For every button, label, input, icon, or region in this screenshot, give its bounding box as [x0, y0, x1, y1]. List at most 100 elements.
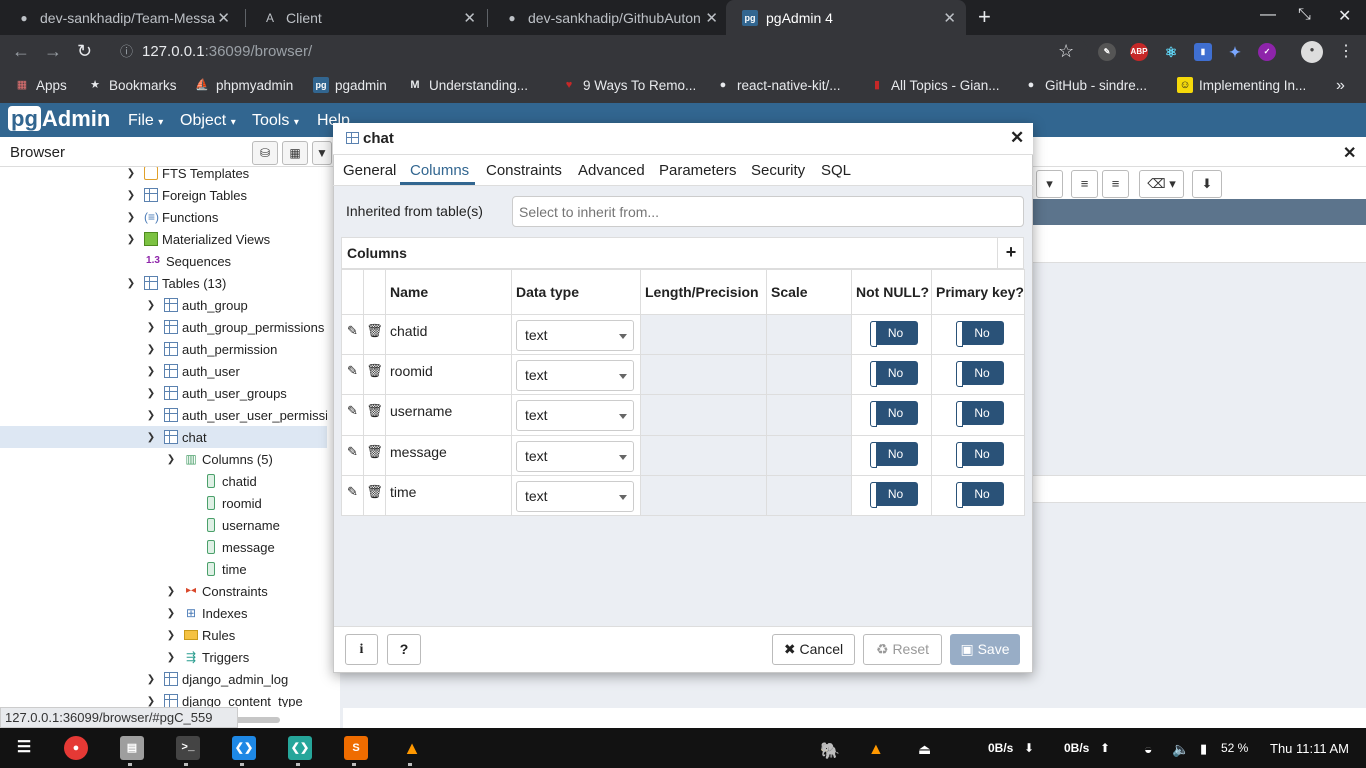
forward-icon[interactable]: → [44, 41, 62, 62]
postgres-elephant-icon[interactable]: 🐘 [820, 741, 840, 761]
help-button[interactable]: ? [387, 634, 421, 665]
browser-tab-3[interactable]: ● dev-sankhadip/GithubAuton ✕ [488, 0, 728, 35]
not-null-toggle[interactable]: No [869, 481, 918, 508]
tree-node-columns[interactable]: ❯ ▥ Columns (5) [166, 448, 273, 470]
tab-general[interactable]: General [343, 162, 396, 179]
tree-node-functions[interactable]: ❯ (≡) Functions [126, 206, 219, 228]
close-tab-icon[interactable]: ✕ [705, 9, 718, 27]
vscode-insiders-icon[interactable]: ❮❯ [288, 736, 312, 760]
bookmark-bookmarks[interactable]: ★ Bookmarks [87, 77, 176, 93]
zorin-menu-icon[interactable]: ☰ [12, 736, 36, 760]
bookmark-github-sindre[interactable]: ● GitHub - sindre... [1023, 77, 1147, 93]
reload-icon[interactable]: ↻ [77, 41, 92, 62]
tree-node-tables[interactable]: ❯ Tables (13) [126, 272, 227, 294]
tree-node-rules[interactable]: ❯ Rules [166, 624, 235, 646]
chevron-right-icon[interactable]: ❯ [126, 234, 136, 245]
extension-icon[interactable]: ▮ [1194, 43, 1212, 61]
tree-node-indexes[interactable]: ❯ ⊞ Indexes [166, 602, 248, 624]
tab-columns[interactable]: Columns [410, 162, 469, 179]
bookmark-phpmyadmin[interactable]: ⛵ phpmyadmin [194, 77, 293, 93]
data-type-select[interactable]: text [516, 360, 634, 392]
chevron-right-icon[interactable]: ❯ [126, 168, 136, 179]
minimize-icon[interactable]: — [1260, 6, 1276, 24]
battery-icon[interactable]: ▮ [1200, 741, 1207, 757]
bookmark-all-topics[interactable]: ▮ All Topics - Gian... [869, 77, 1000, 93]
tree-node-table[interactable]: ❯ auth_user [146, 360, 240, 382]
tab-security[interactable]: Security [751, 162, 805, 179]
edit-icon[interactable]: ✎ [341, 313, 364, 356]
restore-icon[interactable]: ⤡ [1298, 6, 1311, 24]
chevron-down-icon[interactable]: ❯ [146, 432, 156, 443]
primary-key-toggle[interactable]: No [956, 441, 1004, 468]
tree-node-column[interactable]: chatid [204, 470, 257, 492]
dialog-header[interactable] [333, 123, 1033, 155]
chevron-right-icon[interactable]: ❯ [146, 410, 156, 421]
not-null-toggle[interactable]: No [869, 401, 918, 428]
save-button[interactable]: ▣ Save [950, 634, 1020, 665]
chevron-right-icon[interactable]: ❯ [166, 586, 176, 597]
react-devtools-icon[interactable]: ⚛ [1162, 43, 1180, 61]
tree-node-column[interactable]: message [204, 536, 275, 558]
filter-icon[interactable]: ▼ [312, 141, 332, 165]
eyedropper-extension-icon[interactable]: ✎ [1098, 43, 1116, 61]
close-window-icon[interactable]: ✕ [1338, 6, 1351, 26]
trash-icon[interactable]: 🗑 [363, 354, 386, 396]
data-type-select[interactable]: text [516, 440, 634, 472]
primary-key-toggle[interactable]: No [956, 481, 1004, 508]
vlc-icon[interactable]: ▲ [400, 736, 424, 760]
edit-icon[interactable]: ✎ [341, 434, 364, 476]
terminal-icon[interactable]: >_ [176, 736, 200, 760]
browser-tab-2[interactable]: A Client ✕ [246, 0, 486, 35]
address-bar[interactable]: ⓘ 127.0.0.1:36099/browser/ [108, 38, 1088, 66]
chrome-icon[interactable]: ● [64, 736, 88, 760]
tree-node-foreign-tables[interactable]: ❯ Foreign Tables [126, 184, 247, 206]
bookmark-understanding[interactable]: M Understanding... [407, 77, 528, 93]
chevron-right-icon[interactable]: ❯ [146, 388, 156, 399]
column-name-cell[interactable]: roomid [385, 354, 512, 396]
column-name-cell[interactable]: chatid [385, 313, 512, 356]
tab-advanced[interactable]: Advanced [578, 162, 645, 179]
cancel-button[interactable]: ✖ Cancel [772, 634, 855, 665]
tree-node-triggers[interactable]: ❯ ⇶ Triggers [166, 646, 249, 668]
tree-node-constraints[interactable]: ❯ ▸◂ Constraints [166, 580, 268, 602]
tree-node-table[interactable]: ❯ django_content_type [146, 690, 303, 707]
checkmark-extension-icon[interactable]: ✓ [1258, 43, 1276, 61]
tree-node-column[interactable]: time [204, 558, 247, 580]
more-bookmarks-icon[interactable]: » [1336, 77, 1345, 95]
tree-node-materialized-views[interactable]: ❯ Materialized Views [126, 228, 270, 250]
tree-node-column[interactable]: roomid [204, 492, 262, 514]
data-type-select[interactable]: text [516, 480, 634, 512]
adblock-extension-icon[interactable]: ABP [1130, 43, 1148, 61]
files-icon[interactable]: ▤ [120, 736, 144, 760]
primary-key-toggle[interactable]: No [956, 361, 1004, 388]
extension-icon[interactable]: ✦ [1226, 43, 1244, 61]
dropdown-button[interactable]: ▾ [1036, 170, 1063, 198]
chevron-right-icon[interactable]: ❯ [146, 366, 156, 377]
trash-icon[interactable]: 🗑 [363, 434, 386, 476]
menu-object[interactable]: Object ▾ [180, 112, 236, 130]
chevron-right-icon[interactable]: ❯ [166, 652, 176, 663]
primary-key-toggle[interactable]: No [956, 401, 1004, 428]
trash-icon[interactable]: 🗑 [363, 394, 386, 436]
view-data-icon[interactable]: ▦ [282, 141, 308, 165]
trash-icon[interactable]: 🗑 [363, 474, 386, 517]
tree-node-table[interactable]: ❯ auth_group [146, 294, 248, 316]
add-column-button[interactable]: + [997, 237, 1024, 269]
menu-file[interactable]: File ▾ [128, 112, 163, 130]
info-button[interactable]: i [345, 634, 378, 665]
not-null-toggle[interactable]: No [869, 361, 918, 388]
tree-node-table[interactable]: ❯ auth_user_groups [146, 382, 287, 404]
chevron-right-icon[interactable]: ❯ [146, 300, 156, 311]
bookmark-react-native-kit[interactable]: ● react-native-kit/... [715, 77, 841, 93]
chevron-right-icon[interactable]: ❯ [166, 608, 176, 619]
browser-tab-1[interactable]: ● dev-sankhadip/Team-Messa ✕ [0, 0, 240, 35]
not-null-toggle[interactable]: No [869, 321, 918, 347]
browser-tab-4[interactable]: pg pgAdmin 4 ✕ [726, 0, 966, 35]
back-icon[interactable]: ← [12, 41, 30, 62]
vlc-tray-icon[interactable]: ▲ [868, 741, 884, 759]
column-name-cell[interactable]: username [385, 394, 512, 436]
tree-node-sequences[interactable]: 1.3 Sequences [126, 250, 231, 272]
data-type-select[interactable]: text [516, 400, 634, 432]
tree-node-column[interactable]: username [204, 514, 280, 536]
download-icon[interactable]: ⬇ [1192, 170, 1222, 198]
